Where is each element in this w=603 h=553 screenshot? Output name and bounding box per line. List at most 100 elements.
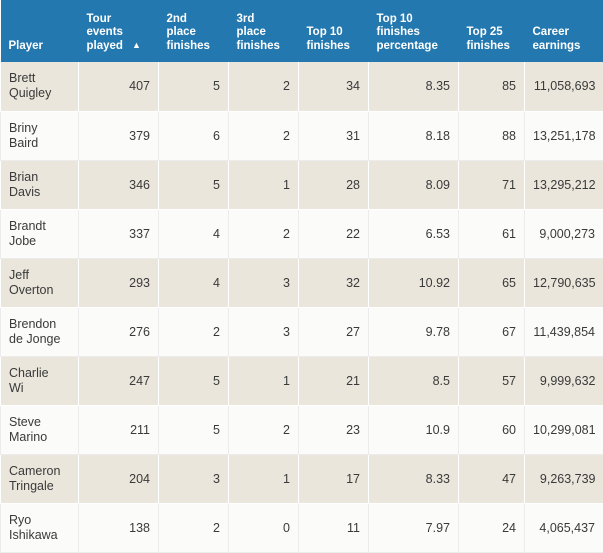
- cell-career: 4,065,437: [524, 503, 603, 553]
- cell-second: 4: [158, 258, 229, 308]
- table-row[interactable]: Brandt Jobe 337 4 2 22 6.53 61 9,000,273: [0, 209, 603, 259]
- player-name-line: Tringale: [9, 478, 54, 493]
- column-header-line: played ▲: [87, 40, 151, 54]
- cell-top25: 88: [458, 111, 525, 161]
- player-name-line: Brett: [9, 71, 36, 86]
- table-row[interactable]: Jeff Overton 293 4 3 32 10.92 65 12,790,635: [0, 258, 603, 308]
- table-row[interactable]: Briny Baird 379 6 2 31 8.18 88 13,251,178: [0, 111, 603, 161]
- cell-top25: 47: [458, 454, 525, 504]
- cell-top10pct: 8.5: [368, 356, 459, 406]
- cell-third: 2: [228, 111, 299, 161]
- cell-events: 204: [78, 454, 159, 504]
- cell-player: Ryo Ishikawa: [0, 503, 79, 553]
- cell-second: 5: [158, 62, 229, 112]
- cell-player: Brian Davis: [0, 160, 79, 210]
- column-header-events[interactable]: Tour events played ▲: [78, 0, 159, 62]
- column-header-line: finishes: [236, 39, 280, 52]
- cell-top25: 24: [458, 503, 525, 553]
- cell-player: Jeff Overton: [0, 258, 79, 308]
- player-name-line: Jeff: [9, 267, 29, 282]
- table-header-row: Player Tour events played ▲ 2nd place finishes 3…: [0, 0, 603, 62]
- cell-third: 0: [228, 503, 299, 553]
- cell-career: 11,058,693: [524, 62, 603, 112]
- column-header-top25[interactable]: Top 25 finishes: [458, 0, 525, 62]
- cell-events: 138: [78, 503, 159, 553]
- column-header-line: Top 10: [306, 26, 343, 38]
- column-header-line: Tour: [86, 12, 112, 25]
- column-header-player[interactable]: Player: [0, 0, 79, 62]
- cell-events: 337: [78, 209, 159, 259]
- cell-top10pct: 10.9: [368, 405, 459, 455]
- cell-career: 9,263,739: [524, 454, 603, 504]
- cell-second: 3: [158, 454, 229, 504]
- player-name-line: Wi: [9, 380, 24, 395]
- cell-second: 6: [158, 111, 229, 161]
- cell-top10pct: 8.18: [368, 111, 459, 161]
- table-row[interactable]: Brian Davis 346 5 1 28 8.09 71 13,295,212: [0, 160, 603, 210]
- cell-top10: 32: [298, 258, 369, 308]
- column-header-top10pct[interactable]: Top 10 finishes percentage: [368, 0, 459, 62]
- cell-events: 293: [78, 258, 159, 308]
- column-header-line: Player: [8, 39, 44, 52]
- player-name-line: Davis: [9, 184, 41, 199]
- player-name-line: Steve: [9, 414, 41, 429]
- player-name-line: Jobe: [9, 233, 37, 248]
- cell-top10: 28: [298, 160, 369, 210]
- cell-top10: 27: [298, 307, 369, 357]
- player-name-line: Brandt: [9, 218, 46, 233]
- cell-events: 407: [78, 62, 159, 112]
- table-row[interactable]: Brendon de Jonge 276 2 3 27 9.78 67 11,439,854: [0, 307, 603, 357]
- column-header-line: finishes: [376, 26, 420, 38]
- cell-top25: 65: [458, 258, 525, 308]
- cell-top10: 11: [298, 503, 369, 553]
- table-row[interactable]: Cameron Tringale 204 3 1 17 8.33 47 9,263,739: [0, 454, 603, 504]
- cell-third: 2: [228, 405, 299, 455]
- column-header-line: place: [166, 26, 196, 38]
- cell-top10: 23: [298, 405, 369, 455]
- cell-top10: 34: [298, 62, 369, 112]
- cell-events: 211: [78, 405, 159, 455]
- table-row[interactable]: Ryo Ishikawa 138 2 0 11 7.97 24 4,065,437: [0, 503, 603, 553]
- cell-third: 2: [228, 62, 299, 112]
- cell-top10: 21: [298, 356, 369, 406]
- player-name-line: Ishikawa: [9, 527, 58, 542]
- cell-events: 379: [78, 111, 159, 161]
- cell-career: 9,000,273: [524, 209, 603, 259]
- cell-top10pct: 9.78: [368, 307, 459, 357]
- cell-player: Steve Marino: [0, 405, 79, 455]
- cell-top10: 17: [298, 454, 369, 504]
- column-header-line: earnings: [532, 39, 581, 52]
- cell-top10pct: 8.09: [368, 160, 459, 210]
- cell-second: 4: [158, 209, 229, 259]
- table-row[interactable]: Charlie Wi 247 5 1 21 8.5 57 9,999,632: [0, 356, 603, 406]
- cell-top25: 85: [458, 62, 525, 112]
- column-header-line: 3rd: [236, 12, 255, 25]
- column-header-career[interactable]: Career earnings: [524, 0, 603, 62]
- player-name-line: de Jonge: [9, 331, 61, 346]
- column-header-line: Top 25: [466, 26, 503, 38]
- cell-career: 11,439,854: [524, 307, 603, 357]
- cell-top10pct: 8.33: [368, 454, 459, 504]
- column-header-line: place: [236, 26, 266, 38]
- player-name-line: Cameron: [9, 463, 61, 478]
- cell-second: 5: [158, 160, 229, 210]
- table-row[interactable]: Steve Marino 211 5 2 23 10.9 60 10,299,081: [0, 405, 603, 455]
- cell-third: 1: [228, 356, 299, 406]
- player-name-line: Briny: [9, 120, 38, 135]
- player-name-line: Charlie: [9, 365, 49, 380]
- table-body: Brett Quigley 407 5 2 34 8.35 85 11,058,693 Briny…: [0, 62, 603, 553]
- sort-ascending-icon[interactable]: ▲: [132, 40, 141, 50]
- column-header-line: finishes: [166, 39, 210, 52]
- column-header-top10[interactable]: Top 10 finishes: [298, 0, 369, 62]
- table-row[interactable]: Brett Quigley 407 5 2 34 8.35 85 11,058,693: [0, 62, 603, 112]
- cell-events: 276: [78, 307, 159, 357]
- cell-top10pct: 8.35: [368, 62, 459, 112]
- cell-second: 5: [158, 356, 229, 406]
- player-name-line: Brendon: [9, 316, 57, 331]
- cell-player: Brandt Jobe: [0, 209, 79, 259]
- cell-top25: 57: [458, 356, 525, 406]
- player-name-line: Ryo: [9, 512, 32, 527]
- column-header-second[interactable]: 2nd place finishes: [158, 0, 229, 62]
- cell-career: 12,790,635: [524, 258, 603, 308]
- column-header-third[interactable]: 3rd place finishes: [228, 0, 299, 62]
